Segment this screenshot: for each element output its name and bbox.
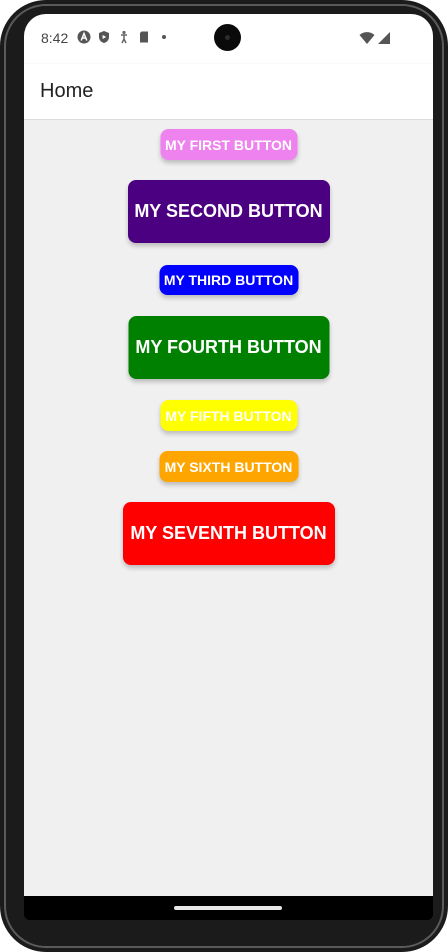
status-bar: 8:42 — [24, 14, 433, 64]
app-bar-title: Home — [40, 80, 94, 102]
home-gesture-handle[interactable] — [174, 906, 282, 910]
my-sixth-button[interactable]: MY SIXTH BUTTON — [159, 451, 298, 482]
my-seventh-button[interactable]: MY SEVENTH BUTTON — [122, 502, 335, 565]
phone-frame: 8:42 Home MY FIRST BUTTON MY SECOND BUTT… — [0, 0, 448, 952]
shield-play-icon — [99, 31, 109, 43]
app-bar: Home — [24, 64, 433, 120]
a-badge-icon — [77, 30, 91, 44]
my-first-button[interactable]: MY FIRST BUTTON — [160, 129, 297, 160]
status-time: 8:42 — [41, 30, 69, 46]
dot-icon — [162, 35, 166, 39]
front-camera — [214, 24, 241, 51]
my-second-button[interactable]: MY SECOND BUTTON — [127, 180, 330, 243]
sd-card-icon — [140, 31, 148, 43]
navigation-bar — [24, 896, 433, 920]
system-icons — [359, 31, 391, 45]
screen: 8:42 Home MY FIRST BUTTON MY SECOND BUTT… — [24, 14, 433, 920]
my-third-button[interactable]: MY THIRD BUTTON — [159, 265, 298, 295]
accessibility-icon — [121, 30, 127, 44]
notification-icons — [77, 30, 171, 44]
wifi-icon — [359, 32, 375, 44]
my-fifth-button[interactable]: MY FIFTH BUTTON — [160, 400, 297, 431]
my-fourth-button[interactable]: MY FOURTH BUTTON — [128, 316, 329, 379]
cell-signal-icon — [378, 32, 390, 44]
button-list: MY FIRST BUTTON MY SECOND BUTTON MY THIR… — [24, 120, 433, 896]
